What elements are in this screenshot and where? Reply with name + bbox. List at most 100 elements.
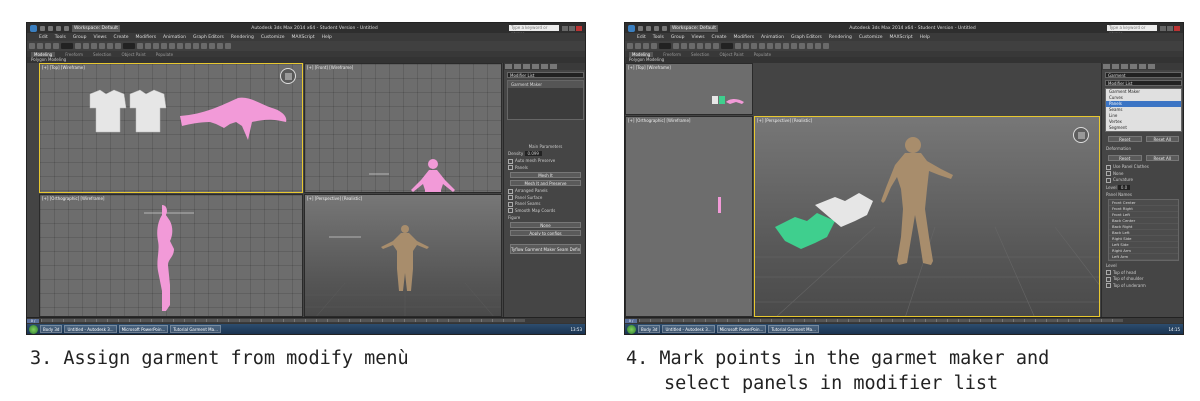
taskbar-item-tutorial[interactable]: Tutorial Garment Ma... <box>768 325 819 333</box>
close-icon[interactable] <box>1174 25 1180 31</box>
taskbar-item-powerpoint[interactable]: Microsoft PowerPoin... <box>118 325 169 333</box>
smooth-map-check[interactable]: Smooth Map Coords <box>508 208 583 214</box>
taskbar-item-3dsmax[interactable]: Untitled - Autodesk 3... <box>662 325 715 333</box>
menu-tools[interactable]: Tools <box>653 35 664 40</box>
tab-object-paint[interactable]: Object Paint <box>121 52 145 57</box>
panel-seams-check[interactable]: Panel Seams <box>508 201 583 207</box>
move-icon[interactable] <box>697 43 703 49</box>
tab-modeling[interactable]: Modeling <box>629 51 654 57</box>
select-icon[interactable] <box>75 43 81 49</box>
rect-region-icon[interactable] <box>689 43 695 49</box>
layer-icon[interactable] <box>783 43 789 49</box>
tab-freeform[interactable]: Freeform <box>663 52 681 57</box>
modifier-list-dropdown[interactable]: Modifier List <box>507 72 584 78</box>
timeline-ruler[interactable] <box>41 319 525 322</box>
schematic-icon[interactable] <box>799 43 805 49</box>
workspace-dropdown[interactable]: Workspace: Default <box>72 24 120 32</box>
menu-views[interactable]: Views <box>94 35 107 40</box>
select-by-name-icon[interactable] <box>83 43 89 49</box>
maximize-icon[interactable] <box>1167 25 1173 31</box>
motion-tab-icon[interactable] <box>1130 64 1137 69</box>
viewport-perspective[interactable]: [+] [Perspective] [Realistic] <box>754 116 1100 317</box>
new-file-icon[interactable] <box>638 25 643 31</box>
reference-coord-dropdown[interactable] <box>123 43 135 49</box>
percent-snap-icon[interactable] <box>759 43 765 49</box>
viewport-front[interactable]: [+] [Front] [Wireframe] <box>304 63 502 193</box>
start-button-icon[interactable] <box>627 324 636 334</box>
object-name-field[interactable]: Garment <box>1105 72 1182 78</box>
tab-populate[interactable]: Populate <box>754 52 771 57</box>
use-panel-check[interactable]: Use Panel Clothes <box>1106 164 1181 170</box>
opt-top-underarm[interactable]: Top of underarm <box>1106 283 1181 289</box>
create-tab-icon[interactable] <box>505 64 512 69</box>
menu-animation[interactable]: Animation <box>163 35 186 40</box>
render-icon[interactable] <box>823 43 829 49</box>
scale-icon[interactable] <box>713 43 719 49</box>
arranged-panels-check[interactable]: Arranged Panels <box>508 188 583 194</box>
rect-region-icon[interactable] <box>91 43 97 49</box>
app-logo-icon[interactable] <box>628 24 635 32</box>
menu-create[interactable]: Create <box>114 35 129 40</box>
workspace-dropdown[interactable]: Workspace: Default <box>670 24 718 32</box>
utilities-tab-icon[interactable] <box>550 64 557 69</box>
menu-help[interactable]: Help <box>322 35 332 40</box>
stack-item-garment-maker[interactable]: Garment Maker <box>508 81 583 88</box>
select-by-name-icon[interactable] <box>681 43 687 49</box>
modify-tab-icon[interactable] <box>1112 64 1119 69</box>
tab-populate[interactable]: Populate <box>156 52 173 57</box>
deform-reset-button[interactable]: Reset <box>1108 155 1142 161</box>
menu-views[interactable]: Views <box>692 35 705 40</box>
tab-object-paint[interactable]: Object Paint <box>719 52 743 57</box>
reset-all-button[interactable]: Reset All <box>1145 136 1179 142</box>
hierarchy-tab-icon[interactable] <box>523 64 530 69</box>
unlink-icon[interactable] <box>651 43 657 49</box>
snap-icon[interactable] <box>743 43 749 49</box>
search-input[interactable]: Type a keyword or phrase <box>1107 25 1157 36</box>
align-icon[interactable] <box>177 43 183 49</box>
search-input[interactable]: Type a keyword or phrase <box>509 25 559 36</box>
curve-editor-icon[interactable] <box>791 43 797 49</box>
undo-tool-icon[interactable] <box>29 43 35 49</box>
save-file-icon[interactable] <box>56 25 61 31</box>
redo-tool-icon[interactable] <box>635 43 641 49</box>
menu-modifiers[interactable]: Modifiers <box>734 35 755 40</box>
utilities-tab-icon[interactable] <box>1148 64 1155 69</box>
menu-create[interactable]: Create <box>712 35 727 40</box>
viewport-orthographic[interactable]: [+] [Orthographic] [Wireframe] <box>39 194 303 317</box>
taskbar-item-body[interactable]: Body 3d <box>40 325 63 333</box>
menu-graph-editors[interactable]: Graph Editors <box>791 35 822 40</box>
select-icon[interactable] <box>673 43 679 49</box>
taskbar-item-tutorial[interactable]: Tutorial Garment Ma... <box>170 325 221 333</box>
apply-config-button[interactable]: Apply to configs <box>510 230 581 236</box>
auto-mesh-radio[interactable]: Auto mesh Preserve <box>508 158 583 164</box>
selection-filter-dropdown[interactable] <box>61 43 73 49</box>
close-icon[interactable] <box>576 25 582 31</box>
undo-icon[interactable] <box>64 25 69 31</box>
minimize-icon[interactable] <box>1160 25 1166 31</box>
menu-rendering[interactable]: Rendering <box>829 35 852 40</box>
unlink-icon[interactable] <box>53 43 59 49</box>
taskbar-item-powerpoint[interactable]: Microsoft PowerPoin... <box>716 325 767 333</box>
none-radio[interactable]: None <box>1106 171 1181 177</box>
link-icon[interactable] <box>45 43 51 49</box>
about-button[interactable]: Tyflow Garment Maker Seam Definer Pro <box>510 244 581 254</box>
scale-icon[interactable] <box>115 43 121 49</box>
menu-modifiers[interactable]: Modifiers <box>136 35 157 40</box>
display-tab-icon[interactable] <box>541 64 548 69</box>
open-file-icon[interactable] <box>48 25 53 31</box>
angle-snap-icon[interactable] <box>153 43 159 49</box>
figure-none-button[interactable]: None <box>510 222 581 228</box>
new-file-icon[interactable] <box>40 25 45 31</box>
maximize-icon[interactable] <box>569 25 575 31</box>
link-icon[interactable] <box>643 43 649 49</box>
render-icon[interactable] <box>225 43 231 49</box>
menu-help[interactable]: Help <box>920 35 930 40</box>
tab-modeling[interactable]: Modeling <box>31 51 56 57</box>
tab-selection[interactable]: Selection <box>691 52 709 57</box>
undo-tool-icon[interactable] <box>627 43 633 49</box>
mirror-icon[interactable] <box>169 43 175 49</box>
level-input[interactable]: 0.0 <box>1117 184 1131 190</box>
menu-group[interactable]: Group <box>73 35 87 40</box>
opt-top-head[interactable]: Top of head <box>1106 270 1181 276</box>
material-editor-icon[interactable] <box>209 43 215 49</box>
